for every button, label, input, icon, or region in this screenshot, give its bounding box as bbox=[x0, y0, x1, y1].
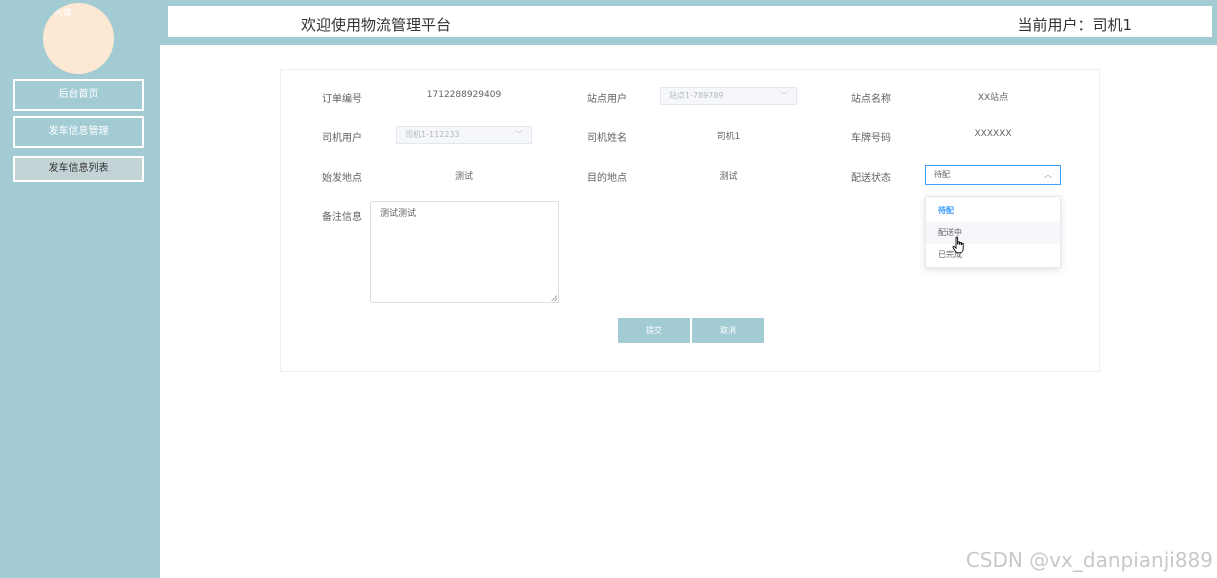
status-option-pending[interactable]: 待配 bbox=[926, 200, 1060, 222]
origin-label: 始发地点 bbox=[322, 173, 362, 184]
plate-label: 车牌号码 bbox=[851, 133, 891, 144]
order-no-value: 1712288929409 bbox=[426, 90, 502, 100]
status-select[interactable]: 待配 ︿ bbox=[925, 165, 1061, 185]
sidebar-item-dispatch-list[interactable]: 发车信息列表 bbox=[13, 156, 144, 182]
plate-value: XXXXXX bbox=[974, 129, 1012, 139]
order-no-label: 订单编号 bbox=[322, 94, 362, 105]
page-title: 欢迎使用物流管理平台 bbox=[301, 16, 452, 34]
chevron-down-icon: ﹀ bbox=[780, 91, 788, 100]
driver-user-select[interactable]: 司机1-112233 ﹀ bbox=[396, 126, 532, 144]
submit-button[interactable]: 提交 bbox=[618, 318, 690, 343]
remark-value: 测试测试 bbox=[380, 209, 417, 219]
driver-user-value: 司机1-112233 bbox=[405, 130, 460, 139]
avatar: 头像 bbox=[43, 3, 114, 74]
resize-handle-icon[interactable] bbox=[551, 295, 557, 301]
cancel-button[interactable]: 取消 bbox=[692, 318, 764, 343]
driver-name-label: 司机姓名 bbox=[587, 133, 627, 144]
avatar-alt-text: 头像 bbox=[54, 8, 73, 18]
status-select-value: 待配 bbox=[934, 170, 950, 179]
station-user-select[interactable]: 站点1-789789 ﹀ bbox=[660, 87, 797, 105]
sidebar-item-dashboard[interactable]: 后台首页 bbox=[13, 79, 144, 111]
header-bar: 欢迎使用物流管理平台 当前用户：司机1 bbox=[166, 4, 1214, 39]
header: 欢迎使用物流管理平台 当前用户：司机1 bbox=[160, 0, 1217, 45]
remark-textarea[interactable]: 测试测试 bbox=[370, 201, 559, 303]
station-user-value: 站点1-789789 bbox=[669, 91, 724, 100]
chevron-up-icon: ︿ bbox=[1044, 170, 1052, 179]
status-dropdown-menu: 待配 配送中 已完成 bbox=[925, 196, 1061, 268]
status-option-completed[interactable]: 已完成 bbox=[926, 244, 1060, 266]
avatar-broken-image-icon: 头像 bbox=[45, 5, 72, 18]
station-user-label: 站点用户 bbox=[587, 94, 627, 105]
destination-label: 目的地点 bbox=[587, 173, 627, 184]
status-label: 配送状态 bbox=[851, 173, 891, 184]
station-name-label: 站点名称 bbox=[851, 94, 891, 105]
watermark: CSDN @vx_danpianji889 bbox=[965, 548, 1213, 572]
hand-pointer-icon bbox=[952, 236, 964, 254]
status-option-delivering[interactable]: 配送中 bbox=[926, 222, 1060, 244]
station-name-value: XX站点 bbox=[977, 93, 1009, 103]
chevron-down-icon: ﹀ bbox=[515, 130, 523, 139]
origin-value: 测试 bbox=[454, 172, 473, 182]
remark-label: 备注信息 bbox=[322, 212, 362, 223]
driver-user-label: 司机用户 bbox=[322, 133, 362, 144]
driver-name-value: 司机1 bbox=[716, 132, 741, 142]
current-user: 当前用户：司机1 bbox=[1017, 16, 1132, 34]
sidebar: 头像 后台首页 发车信息管理 发车信息列表 bbox=[0, 0, 160, 578]
sidebar-item-dispatch-management[interactable]: 发车信息管理 bbox=[13, 116, 144, 148]
destination-value: 测试 bbox=[719, 172, 738, 182]
